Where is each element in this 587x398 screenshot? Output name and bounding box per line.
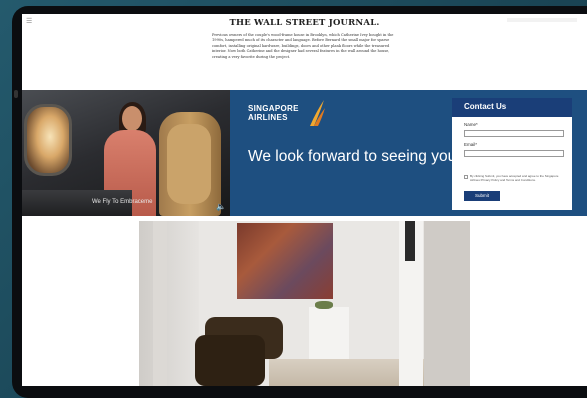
small-picture (405, 221, 415, 261)
page-masthead[interactable]: THE WALL STREET JOURNAL. (22, 18, 587, 28)
article-body: Previous owners of the couple's wood-fra… (212, 33, 394, 59)
ad-video[interactable]: We Fly To Embraceme 🔈 (22, 90, 230, 216)
name-label: Name* (464, 122, 478, 127)
name-field[interactable] (464, 130, 564, 137)
pedestal (309, 307, 349, 359)
submit-button[interactable]: Submit (464, 191, 500, 201)
video-caption: We Fly To Embraceme (92, 199, 153, 205)
consent-checkbox[interactable] (464, 175, 468, 179)
right-wall (424, 221, 470, 386)
article-photo (139, 221, 470, 386)
armchair-front (195, 335, 265, 386)
tablet-camera (14, 90, 18, 98)
singapore-airlines-ad[interactable]: We Fly To Embraceme 🔈 SINGAPORE AIRLINES… (22, 90, 587, 216)
seat-cushion (167, 124, 211, 204)
header-actions (507, 18, 577, 22)
bird-logo-icon (310, 100, 325, 126)
browser-screen: ☰ THE WALL STREET JOURNAL. Previous owne… (22, 14, 587, 386)
column (153, 221, 167, 386)
speaker-icon[interactable]: 🔈 (216, 202, 226, 211)
plant (315, 301, 333, 309)
consent-text: By clicking Submit, you have accepted an… (470, 174, 559, 182)
passenger-face (122, 106, 142, 131)
contact-form: Contact Us Name* Email* By clicking Subm… (452, 98, 572, 210)
email-label: Email* (464, 142, 478, 147)
email-field[interactable] (464, 150, 564, 157)
singapore-airlines-logo[interactable]: SINGAPORE AIRLINES (248, 104, 299, 122)
logo-line-2: AIRLINES (248, 113, 288, 122)
airplane-window (24, 104, 72, 176)
wall-artwork (237, 223, 333, 299)
logo-line-1: SINGAPORE (248, 104, 299, 113)
form-title: Contact Us (452, 98, 572, 117)
left-wall (139, 221, 199, 386)
